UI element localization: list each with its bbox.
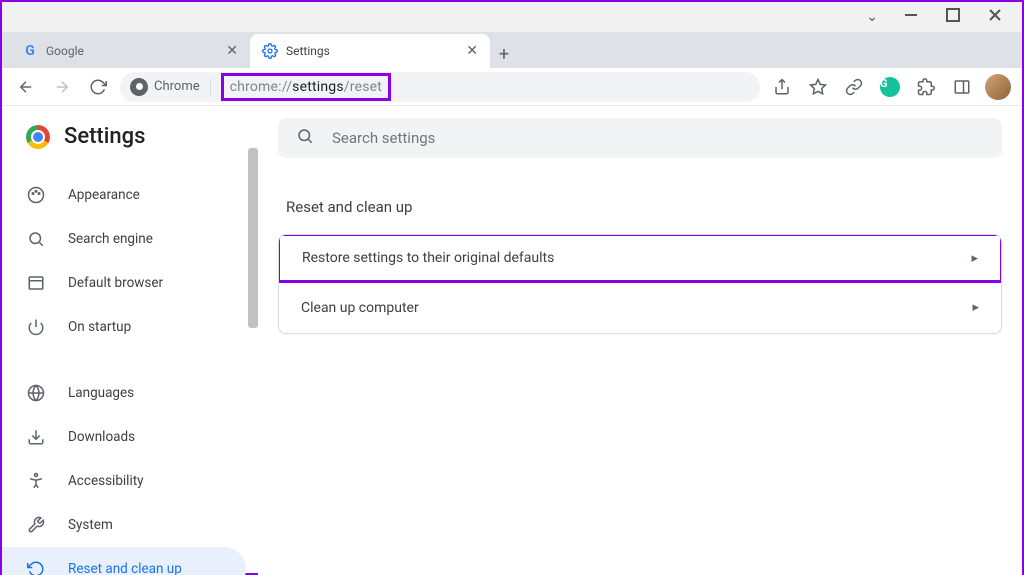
tab-label: Settings bbox=[286, 44, 330, 58]
minimize-button[interactable] bbox=[902, 6, 920, 28]
extensions-puzzle-icon[interactable] bbox=[912, 73, 940, 101]
sidebar-item-search-engine[interactable]: Search engine bbox=[2, 217, 246, 261]
sidebar-item-label: Languages bbox=[68, 385, 134, 401]
url-text: chrome://settings/reset bbox=[230, 79, 382, 95]
tab-label: Google bbox=[46, 44, 84, 58]
maximize-button[interactable] bbox=[944, 6, 962, 28]
sidebar-item-label: Appearance bbox=[68, 187, 140, 203]
browser-toolbar: Chrome chrome://settings/reset G bbox=[2, 68, 1022, 106]
reset-card: Restore settings to their original defau… bbox=[278, 234, 1002, 334]
chrome-icon bbox=[130, 78, 148, 96]
close-tab-icon[interactable]: ✕ bbox=[466, 43, 478, 59]
tab-settings[interactable]: Settings ✕ bbox=[250, 34, 490, 68]
settings-brand: Settings bbox=[2, 124, 258, 173]
forward-button[interactable] bbox=[48, 73, 76, 101]
close-tab-icon[interactable]: ✕ bbox=[226, 43, 238, 59]
sidebar-item-label: Accessibility bbox=[68, 473, 144, 489]
sidebar-item-label: On startup bbox=[68, 319, 131, 335]
profile-avatar[interactable] bbox=[984, 73, 1012, 101]
accessibility-icon bbox=[26, 472, 46, 490]
row-label: Clean up computer bbox=[301, 300, 419, 316]
window-titlebar: ⌄ bbox=[2, 2, 1022, 32]
window-dropdown-icon[interactable]: ⌄ bbox=[866, 9, 878, 25]
bookmark-star-icon[interactable] bbox=[804, 73, 832, 101]
sidebar-item-appearance[interactable]: Appearance bbox=[2, 173, 246, 217]
browser-icon bbox=[26, 274, 46, 292]
new-tab-button[interactable]: + bbox=[490, 40, 518, 68]
row-label: Restore settings to their original defau… bbox=[302, 250, 554, 266]
sidebar-item-downloads[interactable]: Downloads bbox=[2, 415, 246, 459]
sidebar-item-languages[interactable]: Languages bbox=[2, 371, 246, 415]
back-button[interactable] bbox=[12, 73, 40, 101]
scrollbar-thumb[interactable] bbox=[248, 148, 258, 328]
power-icon bbox=[26, 318, 46, 336]
sidebar-item-default-browser[interactable]: Default browser bbox=[2, 261, 246, 305]
side-panel-icon[interactable] bbox=[948, 73, 976, 101]
gear-icon bbox=[262, 43, 278, 59]
sidebar-item-accessibility[interactable]: Accessibility bbox=[2, 459, 246, 503]
reload-button[interactable] bbox=[84, 73, 112, 101]
chevron-right-icon: ▸ bbox=[971, 251, 978, 266]
chrome-logo-icon bbox=[26, 125, 50, 149]
search-icon bbox=[26, 230, 46, 248]
restore-defaults-row[interactable]: Restore settings to their original defau… bbox=[278, 234, 1002, 283]
share-icon[interactable] bbox=[768, 73, 796, 101]
site-chip: Chrome bbox=[130, 78, 211, 96]
search-icon bbox=[296, 127, 314, 149]
grammarly-extension-icon[interactable]: G bbox=[876, 73, 904, 101]
globe-icon bbox=[26, 384, 46, 402]
sidebar-item-reset-cleanup[interactable]: Reset and clean up bbox=[2, 547, 246, 575]
palette-icon bbox=[26, 186, 46, 204]
section-title: Reset and clean up bbox=[286, 198, 1002, 216]
content-area: Settings Appearance Search engine Defaul… bbox=[2, 106, 1022, 575]
sidebar-item-on-startup[interactable]: On startup bbox=[2, 305, 246, 349]
sidebar-item-system[interactable]: System bbox=[2, 503, 246, 547]
search-settings-input[interactable] bbox=[332, 129, 984, 147]
wrench-icon bbox=[26, 516, 46, 534]
google-favicon-icon: G bbox=[22, 43, 38, 59]
url-highlight: chrome://settings/reset bbox=[221, 73, 391, 101]
close-window-button[interactable] bbox=[986, 6, 1004, 28]
main-panel: Reset and clean up Restore settings to t… bbox=[258, 106, 1022, 575]
link-icon[interactable] bbox=[840, 73, 868, 101]
sidebar-item-label: System bbox=[68, 517, 113, 533]
sidebar-item-label: Downloads bbox=[68, 429, 135, 445]
tab-google[interactable]: G Google ✕ bbox=[10, 34, 250, 68]
address-bar[interactable]: Chrome chrome://settings/reset bbox=[120, 72, 760, 102]
reset-icon bbox=[26, 560, 46, 575]
sidebar-scrollbar[interactable] bbox=[248, 106, 258, 575]
settings-sidebar: Settings Appearance Search engine Defaul… bbox=[2, 106, 258, 575]
tab-strip: G Google ✕ Settings ✕ + bbox=[2, 32, 1022, 68]
sidebar-item-label: Search engine bbox=[68, 231, 153, 247]
sidebar-item-label: Reset and clean up bbox=[68, 561, 182, 575]
chevron-right-icon: ▸ bbox=[972, 300, 979, 315]
search-settings-box[interactable] bbox=[278, 118, 1002, 158]
clean-up-computer-row[interactable]: Clean up computer ▸ bbox=[279, 281, 1001, 333]
sidebar-item-label: Default browser bbox=[68, 275, 163, 291]
download-icon bbox=[26, 428, 46, 446]
page-title: Settings bbox=[64, 124, 145, 149]
